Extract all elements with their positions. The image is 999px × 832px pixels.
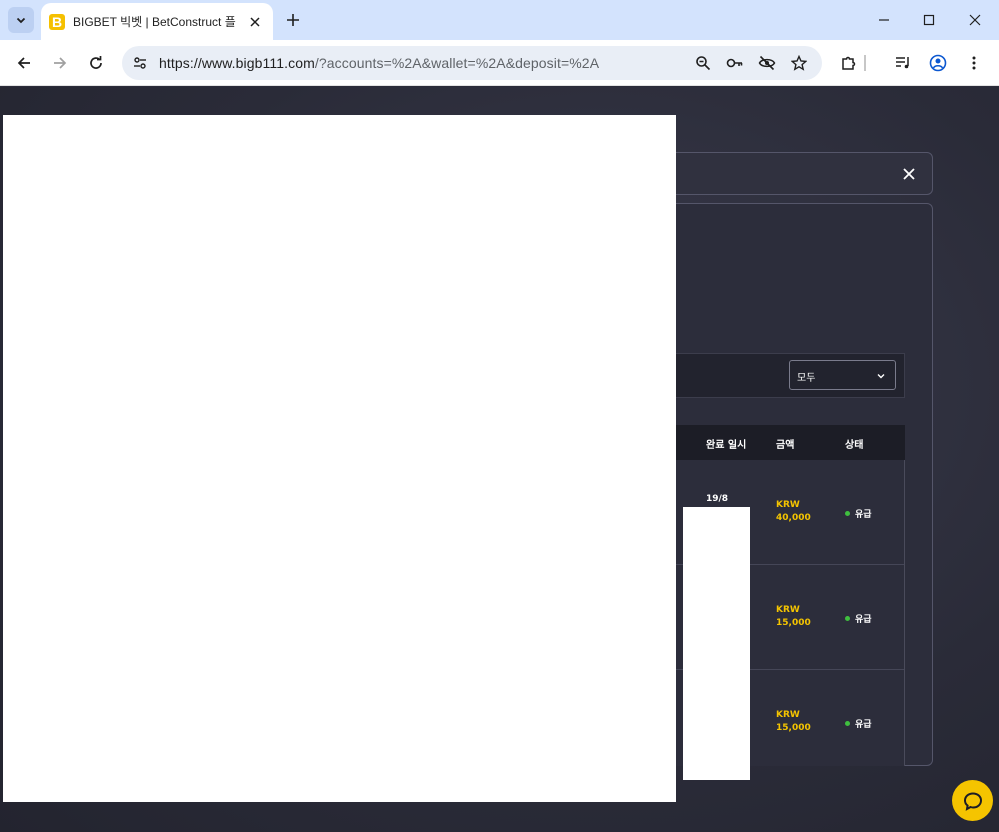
toolbar-divider — [864, 55, 866, 71]
cell-amount: KRW 15,000 — [776, 709, 811, 735]
tab-close-button[interactable] — [247, 14, 263, 30]
amount-currency: KRW — [776, 710, 800, 720]
status-label: 유급 — [855, 720, 872, 730]
passwords-button[interactable] — [725, 53, 745, 73]
star-icon — [791, 55, 807, 71]
back-button[interactable] — [13, 52, 35, 74]
browser-toolbar: https://www.bigb111.com/?accounts=%2A&wa… — [0, 40, 999, 86]
browser-menu-button[interactable] — [963, 52, 985, 74]
header-amount: 금액 — [776, 440, 795, 451]
tracking-protection-button[interactable] — [757, 53, 777, 73]
forward-button[interactable] — [49, 52, 71, 74]
status-dot-icon — [845, 511, 850, 516]
arrow-left-icon — [17, 57, 30, 69]
amount-currency: KRW — [776, 605, 800, 615]
eye-off-icon — [758, 55, 776, 71]
close-icon — [250, 16, 260, 27]
close-icon — [903, 168, 915, 180]
cell-completed-time: 19/8 — [706, 494, 729, 504]
table-header: 완료 일시 금액 상태 — [640, 425, 905, 460]
bookmark-button[interactable] — [789, 53, 809, 73]
redacted-region — [3, 115, 676, 802]
cell-amount: KRW 15,000 — [776, 604, 811, 630]
status-dot-icon — [845, 721, 850, 726]
header-status: 상태 — [845, 440, 864, 451]
select-value: 모두 — [797, 373, 816, 384]
status-dot-icon — [845, 616, 850, 621]
status-label: 유급 — [855, 510, 872, 520]
browser-tab[interactable]: B BIGBET 빅벳 | BetConstruct 플 — [41, 3, 273, 40]
url-path: /?accounts=%2A&wallet=%2A&deposit=%2A — [314, 55, 600, 71]
cell-status: 유급 — [845, 717, 872, 730]
cell-status: 유급 — [845, 612, 872, 625]
puzzle-icon — [842, 56, 856, 70]
transactions-table: 완료 일시 금액 상태 19/8 KRW 40,000 유급 KRW 15,00… — [640, 425, 905, 766]
browser-titlebar: B BIGBET 빅벳 | BetConstruct 플 — [0, 0, 999, 40]
amount-value: 15,000 — [776, 618, 811, 628]
media-button[interactable] — [892, 52, 914, 74]
arrow-right-icon — [54, 57, 67, 69]
status-filter-select[interactable]: 모두 — [789, 360, 896, 390]
site-info-icon[interactable] — [130, 53, 150, 73]
close-icon — [969, 14, 981, 26]
profile-button[interactable] — [927, 52, 949, 74]
url-text: https://www.bigb111.com/?accounts=%2A&wa… — [159, 55, 599, 71]
maximize-icon — [923, 14, 935, 26]
amount-value: 40,000 — [776, 513, 811, 523]
chat-bubble-icon — [963, 791, 982, 811]
url-host: https://www.bigb111.com — [159, 55, 315, 71]
status-label: 유급 — [855, 615, 872, 625]
redacted-region — [683, 507, 750, 780]
window-close-button[interactable] — [965, 10, 985, 30]
page-content: 모두 완료 일시 금액 상태 19/8 KRW 40,000 유급 KRW 15… — [0, 87, 999, 832]
extensions-button[interactable] — [838, 52, 860, 74]
more-vertical-icon — [972, 56, 976, 70]
table-row: KRW 15,000 유급 — [640, 670, 904, 775]
chevron-down-icon — [877, 374, 885, 379]
modal-header — [640, 152, 933, 195]
tune-icon — [134, 57, 146, 69]
amount-value: 15,000 — [776, 723, 811, 733]
zoom-button[interactable] — [693, 53, 713, 73]
reload-button[interactable] — [85, 52, 107, 74]
chevron-down-icon — [16, 17, 26, 24]
live-chat-button[interactable] — [952, 780, 993, 821]
table-row: KRW 15,000 유급 — [640, 565, 904, 670]
header-completed-time: 완료 일시 — [706, 440, 747, 451]
minimize-button[interactable] — [874, 10, 894, 30]
reload-icon — [90, 56, 102, 69]
new-tab-button[interactable] — [283, 10, 303, 30]
account-icon — [929, 54, 947, 72]
address-bar[interactable]: https://www.bigb111.com/?accounts=%2A&wa… — [122, 46, 822, 80]
tab-search-button[interactable] — [8, 7, 34, 33]
modal-close-button[interactable] — [900, 165, 918, 183]
maximize-button[interactable] — [919, 10, 939, 30]
zoom-out-icon — [696, 56, 711, 71]
playlist-icon — [896, 57, 909, 69]
table-row: 19/8 KRW 40,000 유급 — [640, 460, 904, 565]
amount-currency: KRW — [776, 500, 800, 510]
minimize-icon — [879, 19, 889, 21]
plus-icon — [287, 14, 299, 26]
cell-amount: KRW 40,000 — [776, 499, 811, 525]
cell-status: 유급 — [845, 507, 872, 520]
tab-title: BIGBET 빅벳 | BetConstruct 플 — [73, 15, 236, 29]
key-icon — [726, 58, 743, 68]
site-favicon-icon: B — [49, 13, 65, 30]
